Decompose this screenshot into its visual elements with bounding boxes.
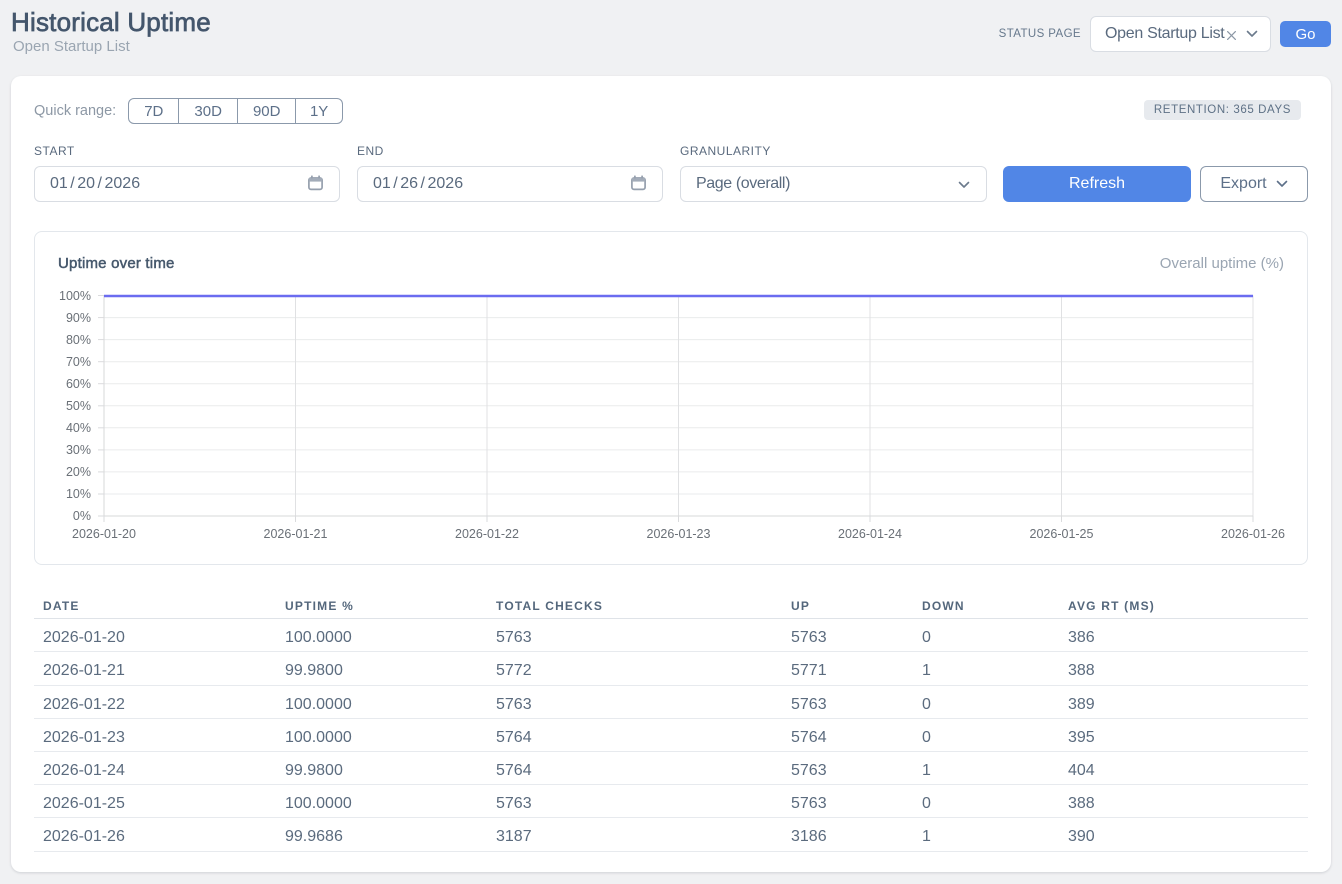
svg-text:2026-01-25: 2026-01-25 [1030, 527, 1094, 541]
svg-text:20%: 20% [66, 465, 91, 479]
svg-text:0%: 0% [73, 509, 91, 523]
svg-text:100%: 100% [59, 289, 91, 303]
svg-text:2026-01-22: 2026-01-22 [455, 527, 519, 541]
svg-text:2026-01-26: 2026-01-26 [1221, 527, 1285, 541]
svg-text:10%: 10% [66, 487, 91, 501]
svg-text:2026-01-24: 2026-01-24 [838, 527, 902, 541]
svg-text:50%: 50% [66, 399, 91, 413]
svg-text:2026-01-20: 2026-01-20 [72, 527, 136, 541]
svg-text:2026-01-21: 2026-01-21 [264, 527, 328, 541]
svg-text:70%: 70% [66, 355, 91, 369]
svg-text:80%: 80% [66, 333, 91, 347]
svg-text:30%: 30% [66, 443, 91, 457]
svg-text:2026-01-23: 2026-01-23 [647, 527, 711, 541]
svg-text:40%: 40% [66, 421, 91, 435]
svg-text:90%: 90% [66, 311, 91, 325]
svg-text:60%: 60% [66, 377, 91, 391]
